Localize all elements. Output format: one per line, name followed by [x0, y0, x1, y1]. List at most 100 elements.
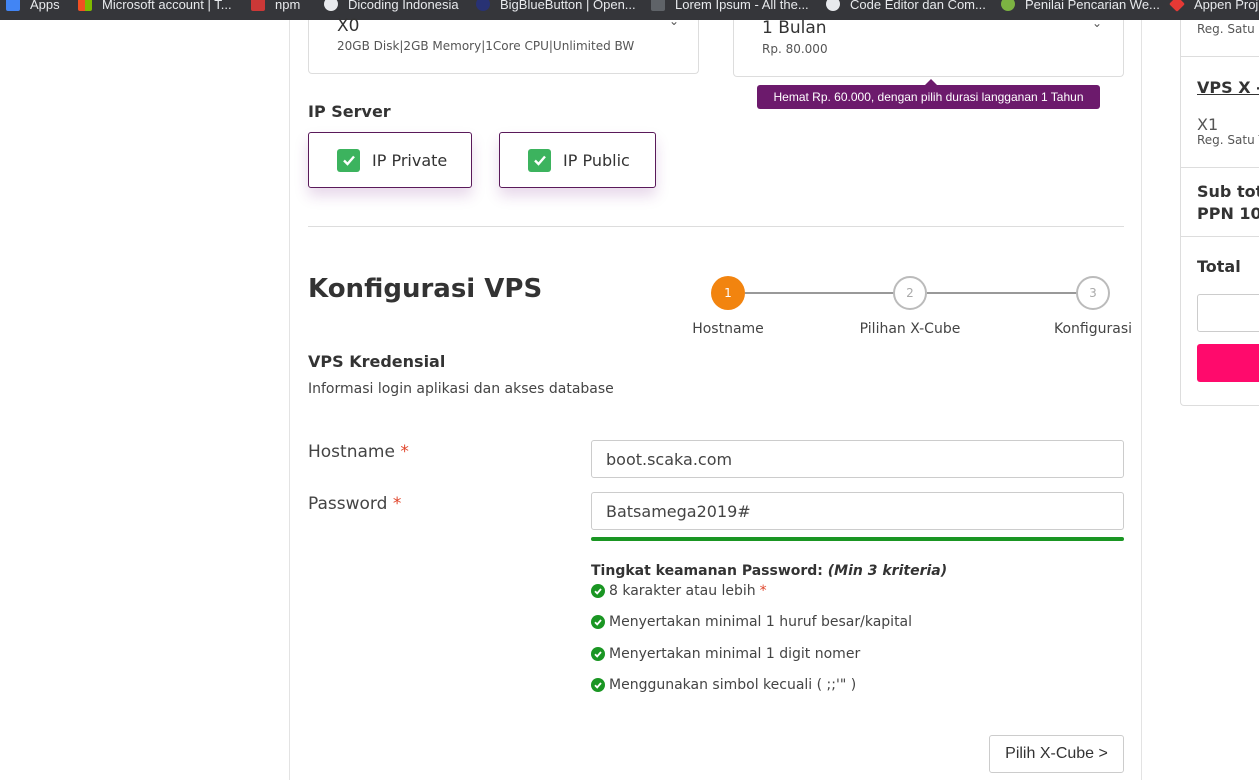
sidebar-product-title[interactable]: VPS X - V [1197, 78, 1259, 97]
bookmark-apps[interactable]: Apps [6, 0, 60, 14]
sidebar-subtotal-label: Sub tota [1197, 182, 1259, 201]
required-mark: * [392, 494, 402, 514]
rule-text: Menyertakan minimal 1 huruf besar/kapita… [609, 614, 913, 630]
password-rules-title: Tingkat keamanan Password: (Min 3 kriter… [591, 563, 947, 579]
bookmark-code-editor[interactable]: Code Editor dan Com... [826, 0, 986, 14]
document-icon [651, 0, 665, 11]
bookmark-appen[interactable]: Appen Proj [1169, 0, 1259, 14]
hostname-input[interactable]: boot.scaka.com [591, 440, 1124, 478]
password-input[interactable]: Batsamega2019# [591, 492, 1124, 530]
bookmark-label: Microsoft account | T... [102, 0, 232, 12]
appen-icon [1169, 0, 1185, 12]
duration-name: 1 Bulan [762, 18, 827, 38]
dicoding-icon [324, 0, 338, 11]
bookmark-penilai[interactable]: Penilai Pencarian We... [1001, 0, 1160, 14]
plan-name: X0 [337, 16, 360, 36]
step-label: Pilihan X-Cube [859, 321, 961, 337]
password-rule-item: Menyertakan minimal 1 digit nomer [591, 646, 860, 662]
password-strength-bar [591, 537, 1124, 541]
bookmark-label: Appen Proj [1194, 0, 1259, 12]
page-title: Konfigurasi VPS [308, 274, 543, 304]
check-circle-icon [591, 647, 605, 661]
tooltip-text: Hemat Rp. 60.000, dengan pilih durasi la… [773, 90, 1084, 104]
apps-grid-icon [6, 0, 20, 11]
password-rule-item: Menyertakan minimal 1 huruf besar/kapita… [591, 614, 912, 630]
section-title: VPS Kredensial [308, 352, 446, 371]
stepper-line [927, 292, 1077, 294]
code-editor-icon [826, 0, 840, 11]
check-circle-icon [591, 615, 605, 629]
bookmark-label: Code Editor dan Com... [850, 0, 986, 12]
stepper-line [745, 292, 895, 294]
required-mark: * [400, 442, 409, 462]
voucher-input[interactable] [1197, 294, 1259, 332]
sidebar-divider [1180, 236, 1259, 237]
hostname-label-text: Hostname [308, 442, 395, 462]
duration-price: Rp. 80.000 [762, 42, 828, 56]
sidebar-divider [1180, 56, 1259, 57]
rules-title-note: (Min 3 kriteria) [827, 563, 948, 579]
password-value: Batsamega2019# [606, 501, 751, 521]
savings-tooltip: Hemat Rp. 60.000, dengan pilih durasi la… [757, 79, 1100, 109]
sidebar-total-label: Total [1197, 257, 1241, 276]
bigbluebutton-icon [476, 0, 490, 11]
bookmark-microsoft[interactable]: Microsoft account | T... [78, 0, 232, 14]
sidebar-ppn-label: PPN 10% [1197, 204, 1259, 223]
rule-text: Menggunakan simbol kecuali ( ;;'" ) [609, 677, 857, 693]
ip-public-option[interactable]: IP Public [499, 132, 656, 188]
bookmark-bigbluebutton[interactable]: BigBlueButton | Open... [476, 0, 636, 14]
step-2-x-cube[interactable]: 2 [893, 276, 927, 310]
section-divider [308, 226, 1124, 227]
step-label: Hostname [692, 321, 764, 337]
section-description: Informasi login aplikasi dan akses datab… [308, 381, 614, 397]
password-rule-item: Menggunakan simbol kecuali ( ;;'" ) [591, 677, 856, 693]
check-circle-icon [591, 584, 605, 598]
bookmark-dicoding[interactable]: Dicoding Indonesia [324, 0, 459, 14]
checkout-button[interactable] [1197, 344, 1259, 382]
sidebar-top-sub: Reg. Satu E [1197, 22, 1259, 36]
hostname-label: Hostname * [308, 442, 409, 462]
bookmarks-bar: Apps Microsoft account | T... npm Dicodi… [0, 0, 1259, 20]
microsoft-icon [78, 0, 92, 11]
bookmark-lorem[interactable]: Lorem Ipsum - All the... [651, 0, 809, 14]
bookmark-label: Penilai Pencarian We... [1025, 0, 1160, 12]
ip-public-label: IP Public [563, 150, 630, 170]
duration-select[interactable]: 1 Bulan Rp. 80.000 ⌄ [733, 16, 1124, 77]
password-label-text: Password [308, 494, 388, 514]
sidebar-product-name: X1 [1197, 115, 1219, 134]
bookmark-npm[interactable]: npm [251, 0, 300, 14]
plan-select[interactable]: X0 20GB Disk|2GB Memory|1Core CPU|Unlimi… [308, 14, 699, 74]
ip-private-option[interactable]: IP Private [308, 132, 472, 188]
step-number: 3 [1089, 286, 1097, 300]
step-label: Konfigurasi [1053, 321, 1133, 337]
bookmark-label: BigBlueButton | Open... [500, 0, 636, 12]
required-mark: * [759, 583, 767, 599]
password-rule-item: 8 karakter atau lebih * [591, 583, 767, 599]
next-x-cube-button[interactable]: Pilih X-Cube > [989, 735, 1124, 773]
password-label: Password * [308, 494, 401, 514]
rules-title-text: Tingkat keamanan Password: [591, 563, 823, 579]
bookmark-label: Apps [30, 0, 60, 12]
bookmark-label: Lorem Ipsum - All the... [675, 0, 809, 12]
ip-private-label: IP Private [372, 150, 448, 170]
hostname-value: boot.scaka.com [606, 449, 733, 469]
chevron-down-icon: ⌄ [669, 14, 680, 28]
bookmark-label: npm [275, 0, 301, 12]
checkbox-checked-icon [528, 148, 551, 172]
bookmark-label: Dicoding Indonesia [348, 0, 459, 12]
check-circle-icon [591, 678, 605, 692]
chevron-down-icon: ⌄ [1092, 16, 1103, 30]
npm-icon [251, 0, 265, 11]
sidebar-product-sub: Reg. Satu T [1197, 133, 1259, 147]
rule-text: 8 karakter atau lebih [609, 583, 756, 599]
step-number: 1 [724, 286, 732, 300]
search-rater-icon [1001, 0, 1015, 11]
sidebar-divider [1180, 167, 1259, 168]
plan-specs: 20GB Disk|2GB Memory|1Core CPU|Unlimited… [337, 39, 635, 53]
rule-text: Menyertakan minimal 1 digit nomer [609, 646, 861, 662]
step-number: 2 [906, 286, 914, 300]
step-1-hostname[interactable]: 1 [711, 276, 745, 310]
ip-server-title: IP Server [308, 102, 391, 121]
checkbox-checked-icon [337, 148, 360, 172]
step-3-konfigurasi[interactable]: 3 [1076, 276, 1110, 310]
